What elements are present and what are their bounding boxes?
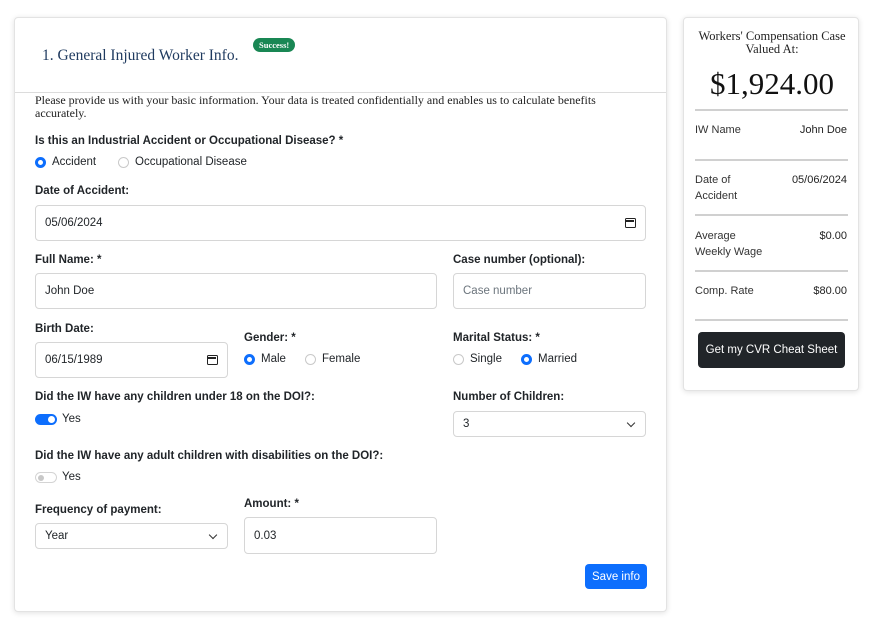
date-of-accident-input[interactable]: 05/06/2024: [35, 205, 646, 241]
adult-children-disabled-label: Did the IW have any adult children with …: [35, 450, 384, 462]
radio-single-label: Single: [470, 353, 502, 365]
summary-divider: [695, 214, 848, 216]
radio-married-dot[interactable]: [521, 353, 532, 365]
summary-divider: [695, 319, 848, 321]
radio-married[interactable]: Married: [521, 353, 577, 365]
case-number-label: Case number (optional):: [453, 254, 586, 266]
number-of-children-label: Number of Children:: [453, 391, 565, 403]
summary-divider: [695, 109, 848, 111]
radio-male[interactable]: Male: [244, 353, 286, 365]
summary-row-value: $0.00: [819, 230, 847, 242]
birth-date-label: Birth Date:: [35, 323, 94, 335]
marital-status-label: Marital Status: *: [453, 332, 540, 344]
case-number-placeholder: Case number: [463, 285, 533, 297]
date-of-accident-label: Date of Accident:: [35, 185, 130, 197]
radio-single[interactable]: Single: [453, 353, 502, 365]
number-of-children-select[interactable]: 3: [453, 411, 646, 437]
summary-row-value: $80.00: [813, 285, 847, 297]
gender-label: Gender: *: [244, 332, 296, 344]
calendar-icon[interactable]: [625, 218, 636, 228]
summary-row-label: Comp. Rate: [695, 285, 754, 297]
radio-married-label: Married: [538, 353, 577, 365]
case-value-amount: $1,924.00: [710, 66, 834, 101]
amount-value: 0.03: [254, 529, 277, 542]
radio-occupational-disease-label: Occupational Disease: [135, 156, 247, 168]
success-badge: Success!: [253, 38, 296, 52]
summary-row-value: 05/06/2024: [791, 174, 847, 186]
adult-children-disabled-toggle[interactable]: [35, 472, 57, 483]
summary-row-label: Average Weekly Wage: [695, 230, 763, 258]
radio-female-label: Female: [322, 353, 361, 365]
birth-date-input[interactable]: 06/15/1989: [35, 342, 228, 378]
form-title: 1. General Injured Worker Info.: [42, 47, 239, 64]
radio-accident[interactable]: Accident: [35, 156, 96, 168]
case-value-summary-card: Workers' Compensation Case Valued At: $1…: [683, 17, 859, 391]
birth-date-value: 06/15/1989: [45, 354, 103, 366]
get-cheat-sheet-button[interactable]: Get my CVR Cheat Sheet: [698, 332, 845, 368]
calendar-icon[interactable]: [207, 355, 218, 365]
radio-single-dot[interactable]: [453, 353, 464, 365]
summary-divider: [695, 159, 848, 161]
case-number-input[interactable]: Case number: [453, 273, 646, 309]
general-info-form-card: 1. General Injured Worker Info. Success!…: [14, 17, 667, 612]
children-under-18-toggle[interactable]: [35, 414, 57, 425]
summary-row-label: Date of Accident: [695, 174, 738, 202]
save-info-button[interactable]: Save info: [585, 564, 647, 589]
date-of-accident-value: 05/06/2024: [45, 217, 103, 229]
children-under-18-toggle-label: Yes: [62, 413, 81, 425]
summary-row-value: John Doe: [799, 124, 847, 136]
chevron-down-icon[interactable]: [208, 530, 218, 540]
children-under-18-label: Did the IW have any children under 18 on…: [35, 391, 315, 403]
frequency-of-payment-value: Year: [45, 530, 69, 542]
full-name-value: John Doe: [45, 285, 95, 297]
amount-input[interactable]: 0.03: [244, 517, 437, 554]
radio-occupational-disease[interactable]: Occupational Disease: [118, 156, 247, 168]
frequency-of-payment-select[interactable]: Year: [35, 523, 228, 549]
radio-accident-label: Accident: [52, 156, 97, 168]
accident-type-label: Is this an Industrial Accident or Occupa…: [35, 135, 344, 147]
intro-text: Please provide us with your basic inform…: [35, 93, 596, 120]
radio-male-dot[interactable]: [244, 353, 255, 365]
adult-children-disabled-toggle-label: Yes: [62, 471, 81, 483]
full-name-input[interactable]: John Doe: [35, 273, 437, 309]
radio-female-dot[interactable]: [305, 353, 316, 365]
frequency-of-payment-label: Frequency of payment:: [35, 504, 162, 516]
chevron-down-icon[interactable]: [626, 418, 636, 428]
radio-occupational-disease-dot[interactable]: [118, 156, 129, 168]
number-of-children-value: 3: [463, 418, 470, 430]
amount-label: Amount: *: [244, 498, 299, 510]
summary-divider: [695, 270, 848, 272]
radio-accident-dot[interactable]: [35, 156, 46, 168]
radio-male-label: Male: [261, 353, 286, 365]
full-name-label: Full Name: *: [35, 254, 102, 266]
summary-row-label: IW Name: [695, 124, 741, 136]
summary-title: Workers' Compensation Case Valued At:: [698, 29, 846, 56]
radio-female[interactable]: Female: [305, 353, 360, 365]
